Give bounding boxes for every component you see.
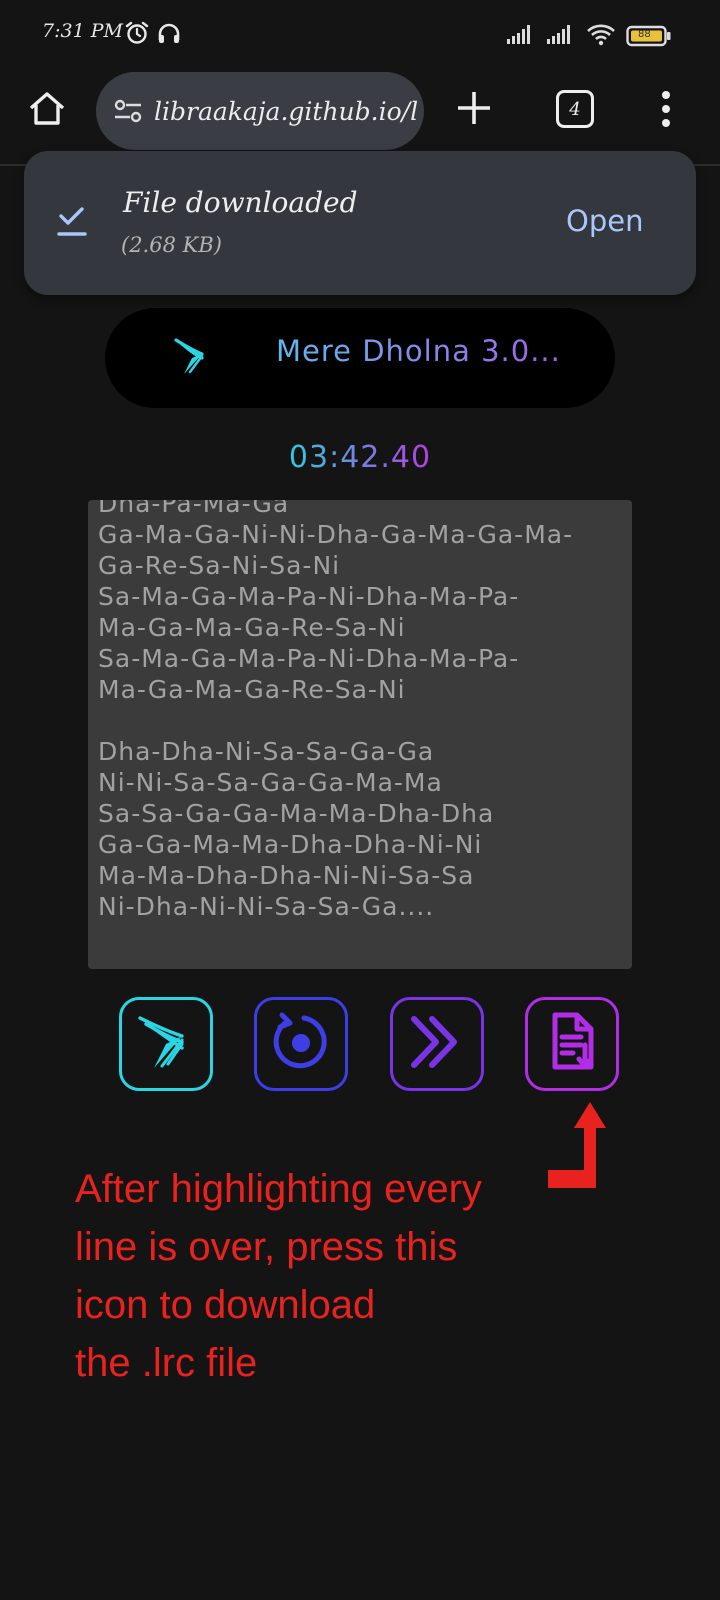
lyric-line: Dha-Dha-Ni-Sa-Sa-Ga-Ga (98, 737, 435, 766)
next-icon (404, 1009, 470, 1079)
lyrics-lines: Dha-Pa-Ma-Ga Ga-Ma-Ga-Ni-Ni-Dha-Ga-Ma-Ga… (98, 500, 573, 922)
lyrics-textarea[interactable]: Dha-Pa-Ma-Ga Ga-Ma-Ga-Ni-Ni-Dha-Ga-Ma-Ga… (88, 500, 632, 969)
logo-icon (134, 1010, 198, 1078)
address-bar[interactable]: libraakaja.github.io/l (96, 72, 424, 150)
lyric-line: Sa-Sa-Ga-Ga-Ma-Ma-Dha-Dha (98, 799, 495, 828)
lyric-line: Sa-Ma-Ga-Ma-Pa-Ni-Dha-Ma-Pa- (98, 644, 520, 673)
status-time: 7:31 PM (42, 20, 123, 42)
download-done-icon (56, 203, 88, 243)
home-icon[interactable] (26, 88, 68, 134)
lyric-line: Sa-Ma-Ga-Ma-Pa-Ni-Dha-Ma-Pa- (98, 582, 520, 611)
tab-count: 4 (569, 98, 581, 120)
playback-timer: 03:42.40 (0, 440, 720, 475)
site-settings-icon[interactable] (112, 96, 144, 126)
lyric-line: Ni-Dha-Ni-Ni-Sa-Sa-Ga.... (98, 892, 435, 921)
signal-icon (546, 23, 576, 49)
lyric-line: Ga-Re-Sa-Ni-Sa-Ni (98, 551, 341, 580)
status-icons-left (124, 20, 182, 50)
new-tab-icon[interactable] (454, 88, 494, 132)
lyric-line: Dha-Pa-Ma-Ga (98, 500, 290, 518)
annotation-line: the .lrc file (75, 1341, 258, 1385)
lyric-line: Ma-Ma-Dha-Dha-Ni-Ni-Sa-Sa (98, 861, 475, 890)
battery-level: 88 (638, 29, 651, 40)
timer-text: 03:42.40 (288, 440, 432, 475)
lyric-line: Ma-Ga-Ma-Ga-Re-Sa-Ni (98, 613, 406, 642)
download-size: (2.68 KB) (121, 233, 222, 257)
annotation-arrow (548, 1098, 608, 1194)
download-title: File downloaded (123, 186, 358, 219)
open-download-button[interactable]: Open (566, 204, 643, 238)
wifi-icon (586, 22, 616, 50)
lyric-line (98, 705, 573, 736)
annotation-line: icon to download (75, 1283, 376, 1327)
lyric-line: Ga-Ga-Ma-Ma-Dha-Dha-Ni-Ni (98, 830, 483, 859)
annotation-note: After highlighting every line is over, p… (75, 1160, 555, 1392)
lyric-line: Ga-Ma-Ga-Ni-Ni-Dha-Ga-Ma-Ga-Ma- (98, 520, 574, 549)
logo-button[interactable] (119, 997, 213, 1091)
annotation-line: line is over, press this (75, 1225, 458, 1269)
restart-button[interactable] (254, 997, 348, 1091)
download-lrc-button[interactable] (525, 997, 619, 1091)
status-icons-right: 88 (506, 22, 672, 50)
lyric-line: Ma-Ga-Ma-Ga-Re-Sa-Ni (98, 675, 406, 704)
annotation-line: After highlighting every (75, 1167, 482, 1211)
restart-icon (268, 1009, 334, 1079)
signal-icon (506, 23, 536, 49)
lyric-line: Ni-Ni-Sa-Sa-Ga-Ga-Ma-Ma (98, 768, 443, 797)
overflow-menu-icon[interactable] (660, 88, 672, 134)
song-title: Mere Dholna 3.0... (276, 334, 561, 368)
headphones-icon (156, 20, 182, 50)
battery-icon: 88 (626, 25, 672, 47)
next-line-button[interactable] (390, 997, 484, 1091)
alarm-icon (124, 20, 150, 50)
app-logo-icon (172, 336, 212, 382)
tab-switcher-icon[interactable]: 4 (556, 90, 594, 128)
url-text: libraakaja.github.io/l (154, 96, 419, 126)
download-lrc-icon (539, 1009, 605, 1079)
